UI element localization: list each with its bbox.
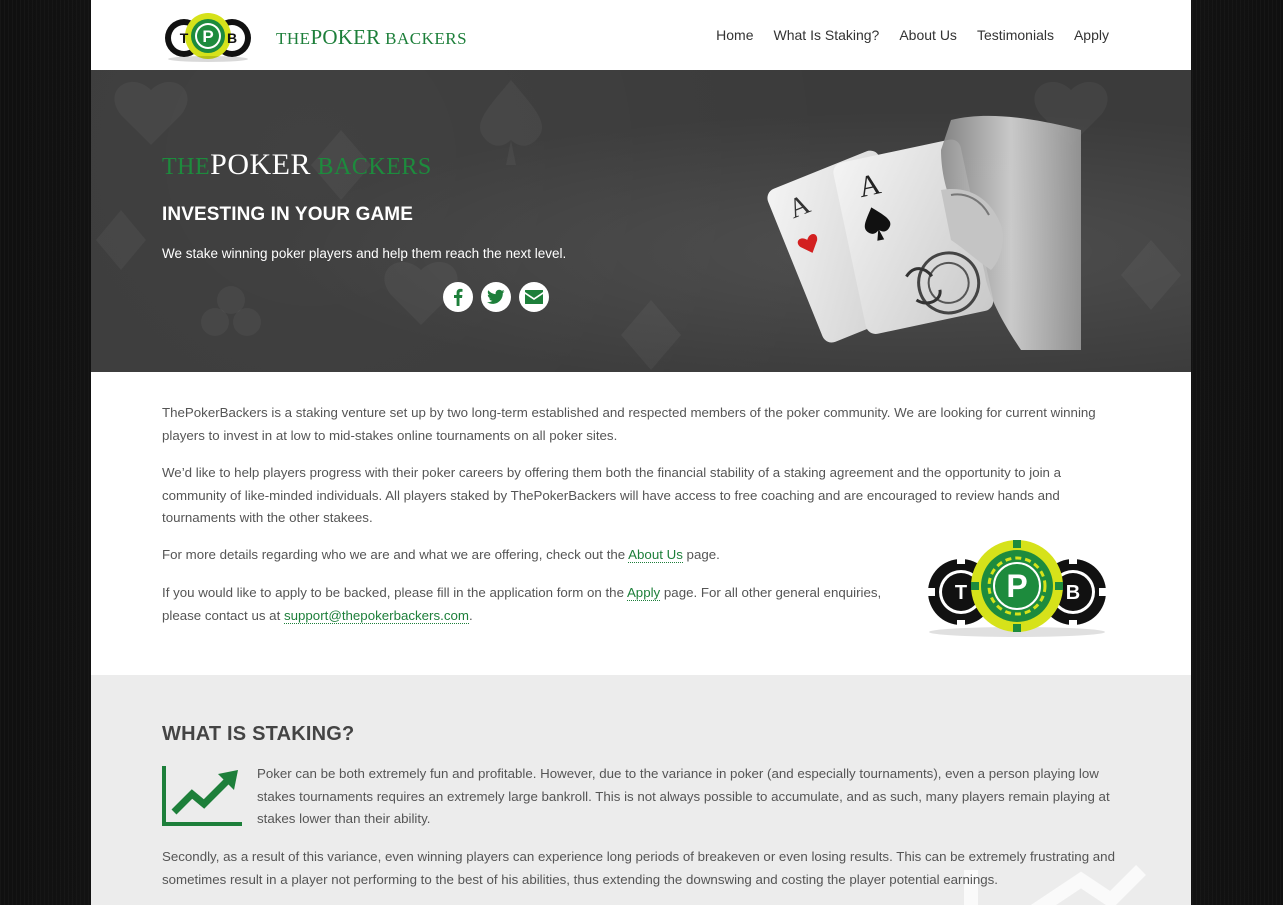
logo-wordmark-poker: POKER	[310, 25, 381, 49]
text-line: We’d like to help players progress with …	[162, 465, 1062, 480]
text-line: tournaments with the other stakees.	[162, 510, 373, 525]
hand-holding-aces-image: A A	[767, 115, 1081, 350]
text-line: ThePokerBackers is a staking venture set…	[162, 405, 1096, 420]
site-header: T P B THEPOKER BACKERS Home What Is Stak…	[91, 0, 1191, 70]
nav-apply[interactable]: Apply	[1074, 27, 1109, 43]
support-email-link[interactable]: support@thepokerbackers.com	[283, 607, 469, 624]
rising-chart-icon	[162, 766, 242, 826]
facebook-button[interactable]	[443, 282, 473, 312]
poker-chips-logo-icon: T P B	[927, 540, 1107, 637]
social-links	[443, 282, 549, 312]
what-is-staking-section: WHAT IS STAKING? Poker can be both extre…	[91, 675, 1191, 905]
nav-what-is-staking[interactable]: What Is Staking?	[774, 27, 880, 43]
logo-wordmark: THEPOKER BACKERS	[276, 25, 467, 50]
site-logo[interactable]: T P B THEPOKER BACKERS	[162, 8, 542, 64]
intro-paragraph-3: For more details regarding who we are an…	[162, 544, 720, 567]
section-title: WHAT IS STAKING?	[162, 723, 355, 745]
hero-brand-the: THE	[162, 154, 211, 180]
envelope-icon	[525, 290, 543, 304]
text-line: community of like-minded individuals. Al…	[162, 487, 1060, 503]
text-line: stakes lower than their ability.	[257, 811, 431, 826]
logo-wordmark-backers: BACKERS	[380, 29, 468, 48]
hero-brand-poker: POKER	[210, 148, 312, 181]
facebook-icon	[454, 288, 463, 306]
text-line: Secondly, as a result of this variance, …	[162, 849, 1115, 864]
chip-letter: T	[955, 582, 967, 604]
chip-letter: P	[1006, 568, 1027, 604]
nav-about-us[interactable]: About Us	[899, 27, 957, 43]
intro-paragraph-4: If you would like to apply to be backed,…	[162, 582, 881, 627]
about-us-link[interactable]: About Us	[628, 547, 683, 563]
text-line: page. For all other general enquiries,	[660, 585, 882, 600]
text-line: If you would like to apply to be backed,…	[162, 585, 627, 600]
intro-paragraph-2: We’d like to help players progress with …	[162, 462, 1061, 530]
nav-home[interactable]: Home	[716, 27, 753, 43]
text-line: Poker can be both extremely fun and prof…	[257, 766, 1099, 781]
text-line: please contact us at	[162, 607, 284, 623]
apply-link[interactable]: Apply	[626, 585, 661, 601]
chip-letter: T	[180, 30, 189, 46]
staking-paragraph-2: Secondly, as a result of this variance, …	[162, 846, 1115, 891]
twitter-icon	[487, 289, 505, 304]
hero-brand-wordmark: THEPOKER BACKERS	[162, 150, 432, 180]
intro-paragraph-1: ThePokerBackers is a staking venture set…	[162, 402, 1096, 447]
text-line: .	[468, 607, 473, 623]
text-line: players to invest in at low to mid-stake…	[162, 427, 618, 443]
nav-testimonials[interactable]: Testimonials	[977, 27, 1054, 43]
text-line: stakes tournaments requires an extremely…	[257, 788, 1110, 804]
chip-letter: B	[1066, 582, 1080, 604]
intro-section: ThePokerBackers is a staking venture set…	[91, 372, 1191, 675]
email-button[interactable]	[519, 282, 549, 312]
hero-banner: THEPOKER BACKERS INVESTING IN YOUR GAME …	[91, 70, 1191, 372]
staking-paragraph-1: Poker can be both extremely fun and prof…	[257, 763, 1110, 831]
text-line: For more details regarding who we are an…	[162, 547, 629, 562]
hero-subheading: We stake winning poker players and help …	[162, 246, 567, 261]
twitter-button[interactable]	[481, 282, 511, 312]
poker-chips-logo-icon: T P B	[165, 13, 251, 62]
main-nav: Home What Is Staking? About Us Testimoni…	[716, 27, 1109, 43]
chip-letter: B	[227, 30, 237, 46]
hero-brand-backers: BACKERS	[311, 154, 432, 180]
text-line: sometimes result in a player not perform…	[162, 871, 998, 887]
page: T P B THEPOKER BACKERS Home What Is Stak…	[91, 0, 1191, 905]
logo-wordmark-the: THE	[276, 29, 311, 48]
chip-letter: P	[202, 27, 213, 46]
hero-heading: INVESTING IN YOUR GAME	[162, 204, 413, 225]
text-line: page.	[682, 547, 720, 562]
